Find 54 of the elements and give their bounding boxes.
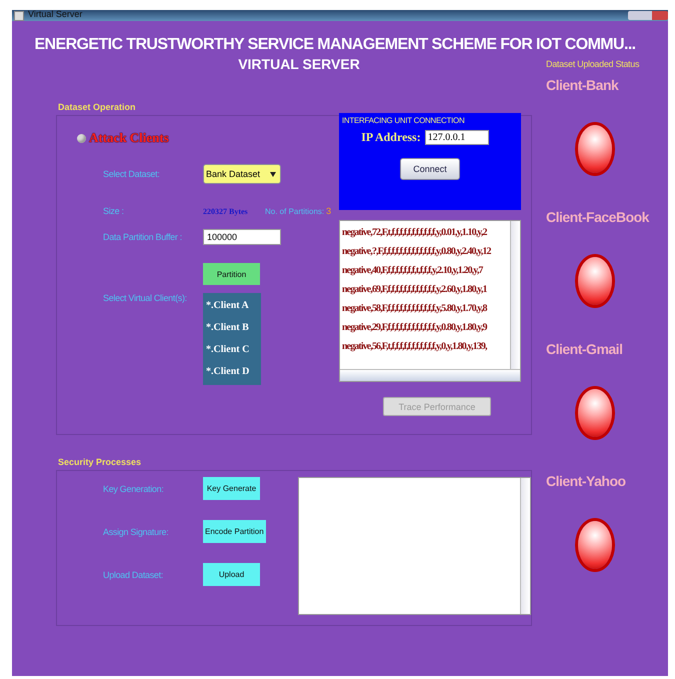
caret-icon	[270, 172, 276, 176]
field-label: Size :	[103, 206, 125, 216]
field-label: IP Address:	[361, 130, 421, 145]
log-line: negative,29,F,f,f,f,f,f,f,f,f,f,f,f,f,y,0.80,y,1.80,y,9	[342, 321, 488, 335]
log-line: negative,69,F,f,f,f,f,f,f,f,f,f,f,f,f,y,2.60,y,1.80,y,1	[342, 283, 488, 297]
section-title: Dataset Operation	[58, 102, 137, 112]
panel-title: INTERFACING UNIT CONNECTION	[342, 116, 464, 125]
field-label: Select Dataset:	[103, 169, 161, 179]
window-title: Virtual Server	[28, 10, 82, 18]
section-title: Security Processes	[58, 457, 142, 467]
client-name: Client-Yahoo	[546, 473, 626, 489]
status-light-icon	[578, 521, 612, 569]
client-list[interactable]: *.Client A *.Client B *.Client C *.Client D	[203, 293, 261, 385]
log-line: negative,72,F,t,f,f,f,f,f,f,f,f,f,f,f,y,0.01,y,1.10,y,2	[342, 226, 488, 240]
log-line: negative,40,F,f,f,f,f,f,f,f,t,f,f,f,y,2.10,y,1.20,y,7	[342, 264, 484, 278]
connect-button[interactable]: Connect	[400, 158, 460, 180]
partition-button[interactable]: Partition	[203, 263, 260, 285]
log-line: negative,56,F,t,f,f,f,f,f,f,f,f,f,f,f,y,0,y,1.80,y,139,	[342, 340, 488, 354]
vertical-scrollbar[interactable]	[520, 478, 530, 614]
app-title: ENERGETIC TRUSTWORTHY SERVICE MANAGEMENT SCHEME FOR IOT COMMU...	[33, 36, 637, 54]
horizontal-scrollbar[interactable]	[340, 369, 520, 381]
status-light-icon	[578, 389, 612, 437]
field-label: Select Virtual Client(s):	[103, 293, 188, 303]
dataset-dropdown[interactable]: Bank Dataset	[203, 164, 281, 184]
partition-count: 3	[326, 206, 332, 216]
vertical-scrollbar[interactable]	[510, 221, 520, 369]
log-line: negative,58,F,f,f,f,f,f,f,f,f,f,f,f,f,y,5.80,y,1.70,y,8	[342, 302, 488, 316]
output-text-area[interactable]	[298, 477, 531, 615]
client-name: Client-Bank	[546, 77, 618, 93]
list-item[interactable]: *.Client A	[206, 295, 261, 317]
field-label: Assign Signature:	[103, 526, 170, 536]
app-subtitle: VIRTUAL SERVER	[237, 56, 361, 72]
window-icon	[14, 10, 24, 20]
list-item[interactable]: *.Client C	[206, 339, 261, 361]
field-label: Key Generation:	[103, 484, 165, 494]
client-name: Client-FaceBook	[546, 209, 649, 225]
ip-address-input[interactable]: 127.0.0.1	[424, 130, 489, 145]
field-label: Upload Dataset:	[103, 570, 164, 580]
list-item[interactable]: *.Client D	[206, 361, 261, 383]
list-item[interactable]: *.Client B	[206, 317, 261, 339]
radio-button[interactable]	[77, 134, 86, 142]
action-button[interactable]: Upload	[203, 563, 260, 586]
status-title: Dataset Uploaded Status	[546, 59, 640, 69]
client-name: Client-Gmail	[546, 341, 622, 357]
field-label: No. of Partitions:	[265, 206, 324, 216]
field-label: Data Partition Buffer :	[103, 232, 183, 242]
buffer-input[interactable]: 100000	[203, 229, 281, 245]
log-line: negative,?,F,f,f,f,f,f,f,f,f,f,f,f,f,f,y,0.80,y,2.40,y,12	[342, 245, 492, 259]
action-button[interactable]: Encode Partition	[203, 520, 266, 543]
size-value: 220327 Bytes	[203, 206, 249, 216]
status-light-icon	[578, 257, 612, 305]
window-controls[interactable]	[628, 11, 668, 20]
status-light-icon	[578, 125, 612, 173]
action-button[interactable]: Key Generate	[203, 477, 260, 500]
